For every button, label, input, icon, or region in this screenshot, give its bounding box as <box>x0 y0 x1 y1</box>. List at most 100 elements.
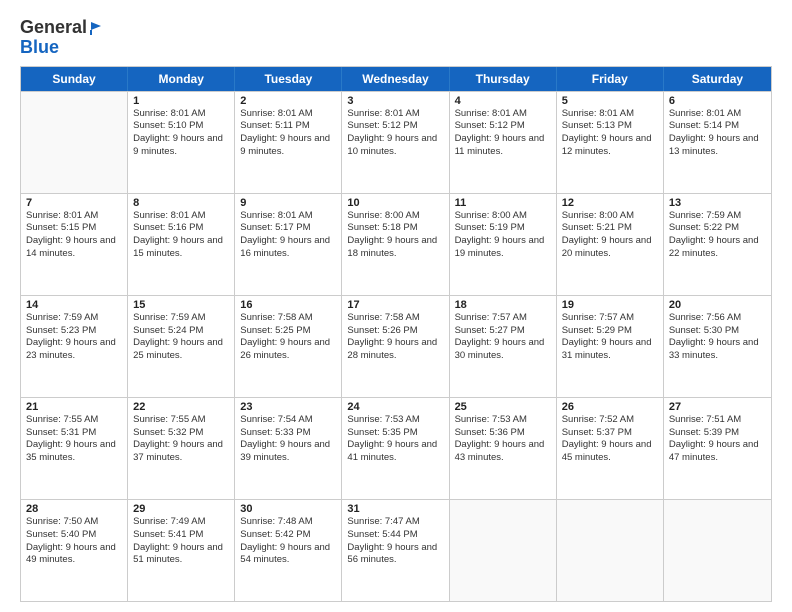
calendar-header-cell: Friday <box>557 67 664 91</box>
day-number: 24 <box>347 401 443 413</box>
calendar-day-cell: 6Sunrise: 8:01 AMSunset: 5:14 PMDaylight… <box>664 92 771 193</box>
day-number: 17 <box>347 299 443 311</box>
day-info: Sunrise: 7:57 AMSunset: 5:27 PMDaylight:… <box>455 312 551 363</box>
calendar-day-cell: 1Sunrise: 8:01 AMSunset: 5:10 PMDaylight… <box>128 92 235 193</box>
calendar: SundayMondayTuesdayWednesdayThursdayFrid… <box>20 66 772 602</box>
logo: General Blue <box>20 18 103 58</box>
day-number: 19 <box>562 299 658 311</box>
day-number: 27 <box>669 401 766 413</box>
day-info: Sunrise: 7:49 AMSunset: 5:41 PMDaylight:… <box>133 516 229 567</box>
calendar-day-cell: 3Sunrise: 8:01 AMSunset: 5:12 PMDaylight… <box>342 92 449 193</box>
day-number: 7 <box>26 197 122 209</box>
day-number: 25 <box>455 401 551 413</box>
day-info: Sunrise: 8:01 AMSunset: 5:11 PMDaylight:… <box>240 108 336 159</box>
day-number: 23 <box>240 401 336 413</box>
day-number: 31 <box>347 503 443 515</box>
day-number: 3 <box>347 95 443 107</box>
day-number: 8 <box>133 197 229 209</box>
day-info: Sunrise: 8:01 AMSunset: 5:15 PMDaylight:… <box>26 210 122 261</box>
calendar-day-cell: 24Sunrise: 7:53 AMSunset: 5:35 PMDayligh… <box>342 398 449 499</box>
day-number: 20 <box>669 299 766 311</box>
calendar-day-cell: 5Sunrise: 8:01 AMSunset: 5:13 PMDaylight… <box>557 92 664 193</box>
logo-blue-text: Blue <box>20 37 59 57</box>
day-info: Sunrise: 8:00 AMSunset: 5:19 PMDaylight:… <box>455 210 551 261</box>
day-number: 5 <box>562 95 658 107</box>
calendar-day-cell: 18Sunrise: 7:57 AMSunset: 5:27 PMDayligh… <box>450 296 557 397</box>
day-number: 9 <box>240 197 336 209</box>
calendar-week-2: 7Sunrise: 8:01 AMSunset: 5:15 PMDaylight… <box>21 193 771 295</box>
day-info: Sunrise: 8:01 AMSunset: 5:14 PMDaylight:… <box>669 108 766 159</box>
day-info: Sunrise: 8:01 AMSunset: 5:12 PMDaylight:… <box>347 108 443 159</box>
calendar-day-cell: 25Sunrise: 7:53 AMSunset: 5:36 PMDayligh… <box>450 398 557 499</box>
day-info: Sunrise: 7:59 AMSunset: 5:24 PMDaylight:… <box>133 312 229 363</box>
day-info: Sunrise: 8:00 AMSunset: 5:21 PMDaylight:… <box>562 210 658 261</box>
calendar-day-cell: 15Sunrise: 7:59 AMSunset: 5:24 PMDayligh… <box>128 296 235 397</box>
calendar-day-cell: 10Sunrise: 8:00 AMSunset: 5:18 PMDayligh… <box>342 194 449 295</box>
calendar-day-cell: 29Sunrise: 7:49 AMSunset: 5:41 PMDayligh… <box>128 500 235 601</box>
day-info: Sunrise: 7:50 AMSunset: 5:40 PMDaylight:… <box>26 516 122 567</box>
calendar-body: 1Sunrise: 8:01 AMSunset: 5:10 PMDaylight… <box>21 91 771 601</box>
calendar-header-row: SundayMondayTuesdayWednesdayThursdayFrid… <box>21 67 771 91</box>
calendar-week-3: 14Sunrise: 7:59 AMSunset: 5:23 PMDayligh… <box>21 295 771 397</box>
calendar-day-cell <box>21 92 128 193</box>
header: General Blue <box>20 18 772 58</box>
day-number: 29 <box>133 503 229 515</box>
calendar-day-cell: 14Sunrise: 7:59 AMSunset: 5:23 PMDayligh… <box>21 296 128 397</box>
calendar-day-cell: 23Sunrise: 7:54 AMSunset: 5:33 PMDayligh… <box>235 398 342 499</box>
calendar-day-cell: 2Sunrise: 8:01 AMSunset: 5:11 PMDaylight… <box>235 92 342 193</box>
day-info: Sunrise: 7:55 AMSunset: 5:32 PMDaylight:… <box>133 414 229 465</box>
day-info: Sunrise: 7:52 AMSunset: 5:37 PMDaylight:… <box>562 414 658 465</box>
calendar-week-1: 1Sunrise: 8:01 AMSunset: 5:10 PMDaylight… <box>21 91 771 193</box>
day-info: Sunrise: 7:53 AMSunset: 5:35 PMDaylight:… <box>347 414 443 465</box>
day-info: Sunrise: 7:51 AMSunset: 5:39 PMDaylight:… <box>669 414 766 465</box>
day-number: 4 <box>455 95 551 107</box>
calendar-header-cell: Wednesday <box>342 67 449 91</box>
day-info: Sunrise: 7:54 AMSunset: 5:33 PMDaylight:… <box>240 414 336 465</box>
calendar-day-cell: 30Sunrise: 7:48 AMSunset: 5:42 PMDayligh… <box>235 500 342 601</box>
day-number: 21 <box>26 401 122 413</box>
day-number: 1 <box>133 95 229 107</box>
day-info: Sunrise: 7:59 AMSunset: 5:23 PMDaylight:… <box>26 312 122 363</box>
day-info: Sunrise: 7:59 AMSunset: 5:22 PMDaylight:… <box>669 210 766 261</box>
day-info: Sunrise: 7:55 AMSunset: 5:31 PMDaylight:… <box>26 414 122 465</box>
day-number: 15 <box>133 299 229 311</box>
day-info: Sunrise: 7:47 AMSunset: 5:44 PMDaylight:… <box>347 516 443 567</box>
day-info: Sunrise: 8:01 AMSunset: 5:13 PMDaylight:… <box>562 108 658 159</box>
calendar-day-cell: 11Sunrise: 8:00 AMSunset: 5:19 PMDayligh… <box>450 194 557 295</box>
day-number: 16 <box>240 299 336 311</box>
day-number: 28 <box>26 503 122 515</box>
calendar-day-cell: 16Sunrise: 7:58 AMSunset: 5:25 PMDayligh… <box>235 296 342 397</box>
day-number: 10 <box>347 197 443 209</box>
calendar-day-cell <box>450 500 557 601</box>
calendar-day-cell: 12Sunrise: 8:00 AMSunset: 5:21 PMDayligh… <box>557 194 664 295</box>
calendar-week-4: 21Sunrise: 7:55 AMSunset: 5:31 PMDayligh… <box>21 397 771 499</box>
day-number: 30 <box>240 503 336 515</box>
calendar-day-cell: 20Sunrise: 7:56 AMSunset: 5:30 PMDayligh… <box>664 296 771 397</box>
day-info: Sunrise: 8:01 AMSunset: 5:17 PMDaylight:… <box>240 210 336 261</box>
day-info: Sunrise: 7:48 AMSunset: 5:42 PMDaylight:… <box>240 516 336 567</box>
calendar-day-cell: 9Sunrise: 8:01 AMSunset: 5:17 PMDaylight… <box>235 194 342 295</box>
calendar-day-cell: 8Sunrise: 8:01 AMSunset: 5:16 PMDaylight… <box>128 194 235 295</box>
day-info: Sunrise: 7:58 AMSunset: 5:25 PMDaylight:… <box>240 312 336 363</box>
calendar-header-cell: Sunday <box>21 67 128 91</box>
calendar-day-cell: 4Sunrise: 8:01 AMSunset: 5:12 PMDaylight… <box>450 92 557 193</box>
day-info: Sunrise: 7:58 AMSunset: 5:26 PMDaylight:… <box>347 312 443 363</box>
calendar-header-cell: Thursday <box>450 67 557 91</box>
logo-general-text: General <box>20 17 87 37</box>
calendar-day-cell: 22Sunrise: 7:55 AMSunset: 5:32 PMDayligh… <box>128 398 235 499</box>
day-info: Sunrise: 7:53 AMSunset: 5:36 PMDaylight:… <box>455 414 551 465</box>
calendar-day-cell: 17Sunrise: 7:58 AMSunset: 5:26 PMDayligh… <box>342 296 449 397</box>
calendar-day-cell: 7Sunrise: 8:01 AMSunset: 5:15 PMDaylight… <box>21 194 128 295</box>
calendar-week-5: 28Sunrise: 7:50 AMSunset: 5:40 PMDayligh… <box>21 499 771 601</box>
calendar-header-cell: Saturday <box>664 67 771 91</box>
day-number: 6 <box>669 95 766 107</box>
calendar-header-cell: Monday <box>128 67 235 91</box>
calendar-header-cell: Tuesday <box>235 67 342 91</box>
logo-flag-icon <box>89 21 103 35</box>
day-info: Sunrise: 7:56 AMSunset: 5:30 PMDaylight:… <box>669 312 766 363</box>
calendar-day-cell: 13Sunrise: 7:59 AMSunset: 5:22 PMDayligh… <box>664 194 771 295</box>
day-number: 18 <box>455 299 551 311</box>
day-info: Sunrise: 8:01 AMSunset: 5:12 PMDaylight:… <box>455 108 551 159</box>
calendar-day-cell: 21Sunrise: 7:55 AMSunset: 5:31 PMDayligh… <box>21 398 128 499</box>
day-info: Sunrise: 8:01 AMSunset: 5:16 PMDaylight:… <box>133 210 229 261</box>
